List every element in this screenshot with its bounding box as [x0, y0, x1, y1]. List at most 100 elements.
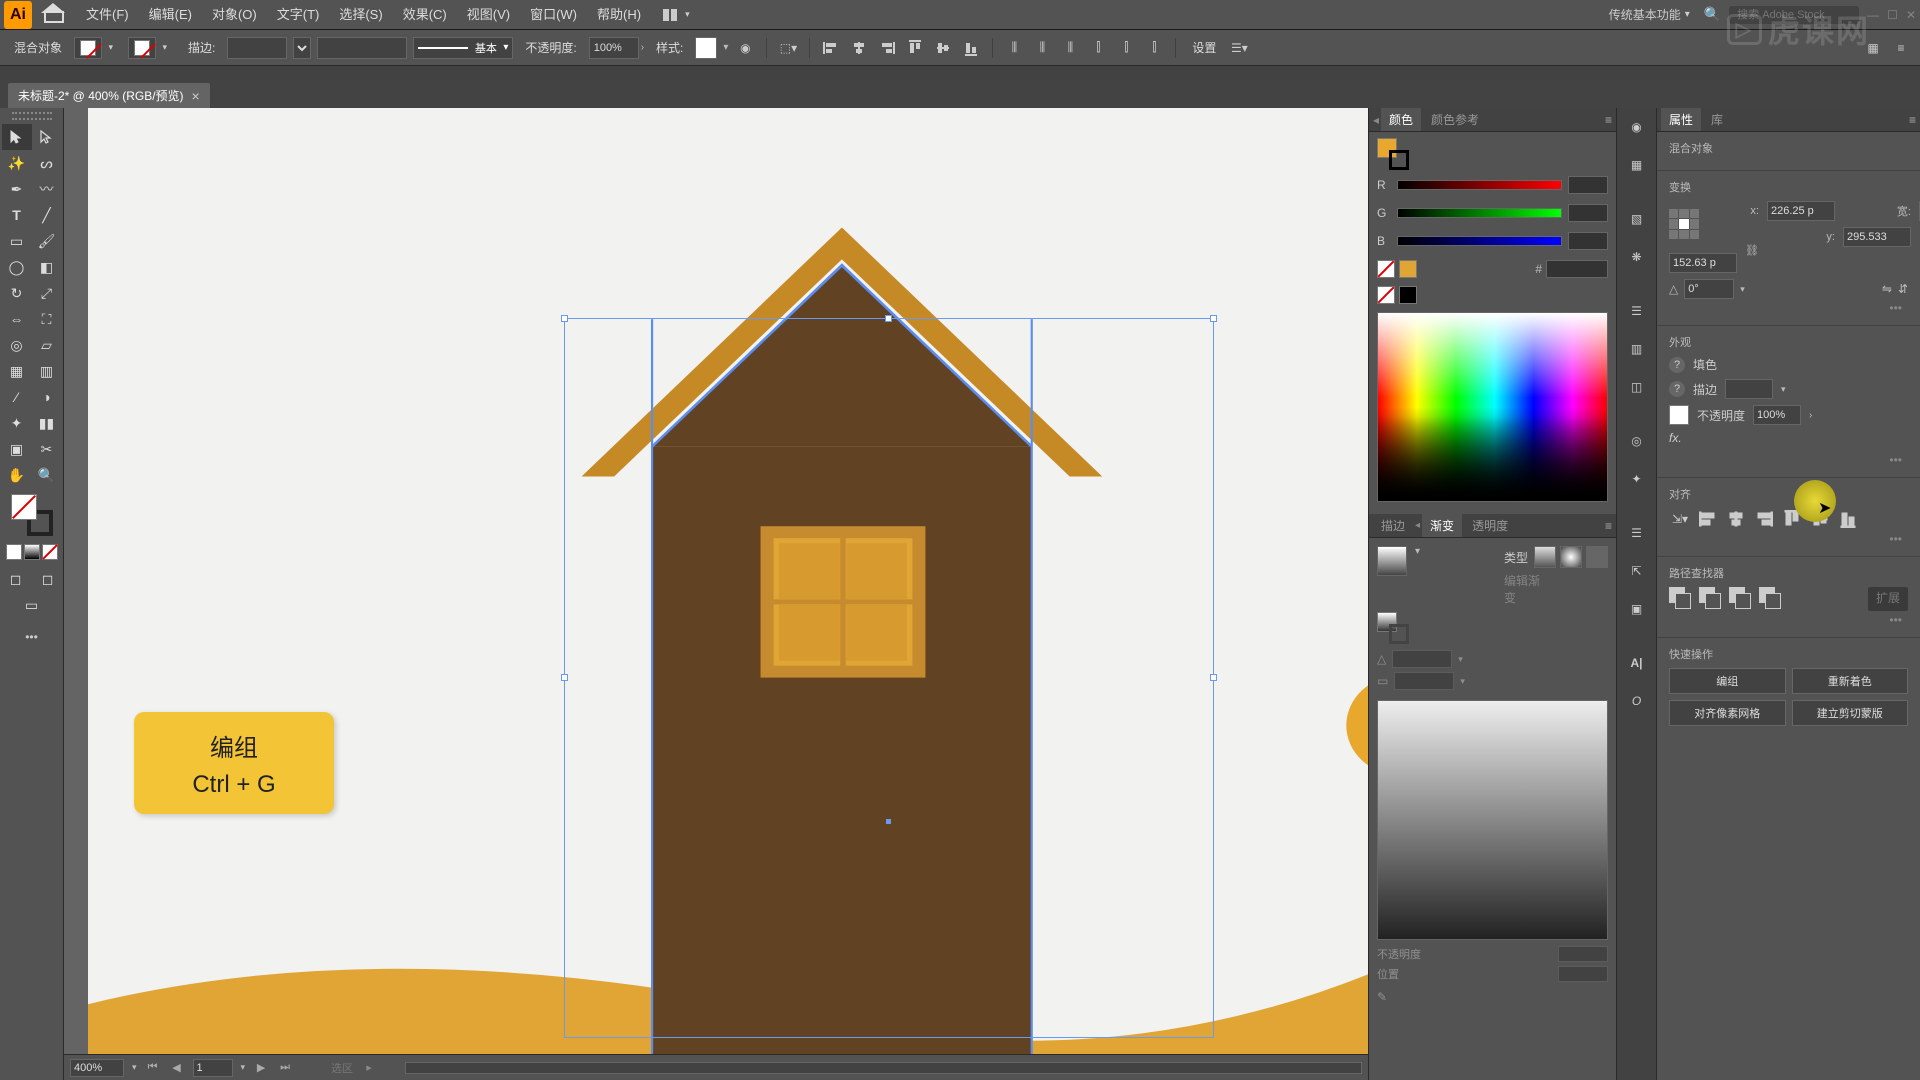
- group-button[interactable]: 编组: [1669, 668, 1786, 694]
- tab-color-guide[interactable]: 颜色参考: [1423, 108, 1487, 131]
- gradient-panel-menu-icon[interactable]: ≡: [1605, 519, 1612, 533]
- pen-tool[interactable]: ✒: [2, 176, 32, 202]
- h-input[interactable]: [1669, 253, 1737, 273]
- last-artboard-icon[interactable]: ⏭: [277, 1061, 293, 1074]
- first-artboard-icon[interactable]: ⏮: [145, 1061, 161, 1074]
- align-pixelgrid-button[interactable]: 对齐像素网格: [1669, 700, 1786, 726]
- align-objects-icon[interactable]: ⇲▾: [1669, 508, 1691, 530]
- dist-right-icon[interactable]: ⫼: [1059, 37, 1081, 59]
- tab-gradient[interactable]: 渐变: [1422, 514, 1462, 537]
- menu-file[interactable]: 文件(F): [76, 0, 139, 30]
- dist-vcenter-icon[interactable]: ⫿: [1115, 37, 1137, 59]
- window-close-icon[interactable]: ✕: [1906, 8, 1916, 22]
- align-left-icon[interactable]: [820, 37, 842, 59]
- document-tab[interactable]: 未标题-2* @ 400% (RGB/预览) ×: [8, 83, 210, 108]
- menu-help[interactable]: 帮助(H): [587, 0, 651, 30]
- draw-mode-icon[interactable]: ◻: [1, 566, 31, 592]
- eyedropper-tool[interactable]: ⁄: [2, 384, 32, 410]
- gradient-eyedropper-icon[interactable]: ✎: [1377, 990, 1608, 1004]
- free-transform-tool[interactable]: ⛶: [32, 306, 62, 332]
- transform-more-icon[interactable]: •••: [1669, 299, 1908, 317]
- direct-selection-tool[interactable]: [32, 124, 62, 150]
- mesh-tool[interactable]: ▦: [2, 358, 32, 384]
- current-swatch[interactable]: [1399, 260, 1417, 278]
- zoom-tool[interactable]: 🔍: [32, 462, 62, 488]
- opacity-swatch[interactable]: [1669, 405, 1689, 425]
- fill-color-box[interactable]: [11, 494, 37, 520]
- opacity-input[interactable]: [589, 37, 639, 59]
- stroke-weight-input[interactable]: [227, 37, 287, 59]
- gradient-preview[interactable]: [1377, 546, 1407, 576]
- slice-tool[interactable]: ✂: [32, 436, 62, 462]
- prop-align-left-icon[interactable]: [1697, 508, 1719, 530]
- fx-label[interactable]: fx.: [1669, 431, 1682, 445]
- eraser-tool[interactable]: ◧: [32, 254, 62, 280]
- stroke-swatch[interactable]: [128, 37, 156, 59]
- linear-gradient-icon[interactable]: [1534, 546, 1556, 568]
- align-hcenter-icon[interactable]: [848, 37, 870, 59]
- none-swatch-2[interactable]: [1377, 286, 1395, 304]
- dock-glyph-icon[interactable]: O: [1624, 688, 1650, 714]
- window-maximize-icon[interactable]: ☐: [1887, 8, 1898, 22]
- panel-more-icon[interactable]: ≡: [1890, 37, 1912, 59]
- align-right-icon[interactable]: [876, 37, 898, 59]
- dock-transparency-icon[interactable]: ◫: [1624, 374, 1650, 400]
- gradient-tool[interactable]: ▥: [32, 358, 62, 384]
- x-input[interactable]: [1767, 201, 1835, 221]
- pathfinder-unite-icon[interactable]: [1669, 587, 1693, 611]
- stroke-color-indicator[interactable]: [1389, 150, 1409, 170]
- prop-align-bottom-icon[interactable]: [1837, 508, 1859, 530]
- pathfinder-exclude-icon[interactable]: [1759, 587, 1783, 611]
- tab-libraries[interactable]: 库: [1703, 108, 1731, 131]
- panel-menu-icon[interactable]: ≡: [1605, 113, 1612, 127]
- close-tab-icon[interactable]: ×: [192, 88, 200, 104]
- b-value[interactable]: [1568, 232, 1608, 250]
- gradient-stop-position-input[interactable]: [1558, 966, 1608, 982]
- freeform-gradient-icon[interactable]: [1586, 546, 1608, 568]
- align-bottom-icon[interactable]: [960, 37, 982, 59]
- prop-align-hcenter-icon[interactable]: [1725, 508, 1747, 530]
- draw-behind-icon[interactable]: ◻: [33, 566, 63, 592]
- horizontal-scrollbar[interactable]: [405, 1062, 1362, 1074]
- home-icon[interactable]: [42, 5, 66, 25]
- none-swatch[interactable]: [1377, 260, 1395, 278]
- blend-tool[interactable]: ◑: [32, 384, 62, 410]
- dock-gradient-icon[interactable]: ▥: [1624, 336, 1650, 362]
- menu-view[interactable]: 视图(V): [457, 0, 520, 30]
- prop-align-right-icon[interactable]: [1753, 508, 1775, 530]
- panel-menu-icon[interactable]: ▦: [1862, 37, 1884, 59]
- scale-tool[interactable]: ⤢: [32, 280, 62, 306]
- opacity-prop-input[interactable]: [1753, 405, 1801, 425]
- window-minimize-icon[interactable]: —: [1867, 8, 1879, 22]
- stroke-weight-dropdown[interactable]: [293, 37, 311, 59]
- edit-toolbar-icon[interactable]: •••: [17, 624, 47, 650]
- workspace-switcher[interactable]: 传统基本功能: [1603, 4, 1696, 25]
- magic-wand-tool[interactable]: ✨: [2, 150, 32, 176]
- angle-input[interactable]: [1684, 279, 1734, 299]
- align-more-icon[interactable]: •••: [1669, 530, 1908, 548]
- prop-align-top-icon[interactable]: [1781, 508, 1803, 530]
- grad-stroke-indicator[interactable]: [1389, 624, 1409, 644]
- dock-stroke-icon[interactable]: ☰: [1624, 298, 1650, 324]
- g-slider[interactable]: [1397, 208, 1562, 218]
- dock-graphic-styles-icon[interactable]: ✦: [1624, 466, 1650, 492]
- r-value[interactable]: [1568, 176, 1608, 194]
- stock-search-input[interactable]: [1729, 6, 1859, 24]
- lasso-tool[interactable]: ᔕ: [32, 150, 62, 176]
- next-artboard-icon[interactable]: ▶: [253, 1061, 269, 1074]
- dock-color-icon[interactable]: ◉: [1624, 114, 1650, 140]
- dock-artboards-icon[interactable]: ▣: [1624, 596, 1650, 622]
- recolor-button[interactable]: 重新着色: [1792, 668, 1909, 694]
- toolbox-grip[interactable]: [12, 112, 52, 120]
- g-value[interactable]: [1568, 204, 1608, 222]
- make-clipmask-button[interactable]: 建立剪切蒙版: [1792, 700, 1909, 726]
- tab-properties[interactable]: 属性: [1661, 108, 1701, 131]
- black-swatch[interactable]: [1399, 286, 1417, 304]
- align-top-icon[interactable]: [904, 37, 926, 59]
- b-slider[interactable]: [1397, 236, 1562, 246]
- dock-swatches-icon[interactable]: ▦: [1624, 152, 1650, 178]
- artboard[interactable]: 编组 Ctrl + G: [88, 108, 1368, 1054]
- line-tool[interactable]: ╱: [32, 202, 62, 228]
- brush-definition[interactable]: 基本: [413, 37, 513, 59]
- align-to-dropdown[interactable]: ⬚▾: [777, 37, 799, 59]
